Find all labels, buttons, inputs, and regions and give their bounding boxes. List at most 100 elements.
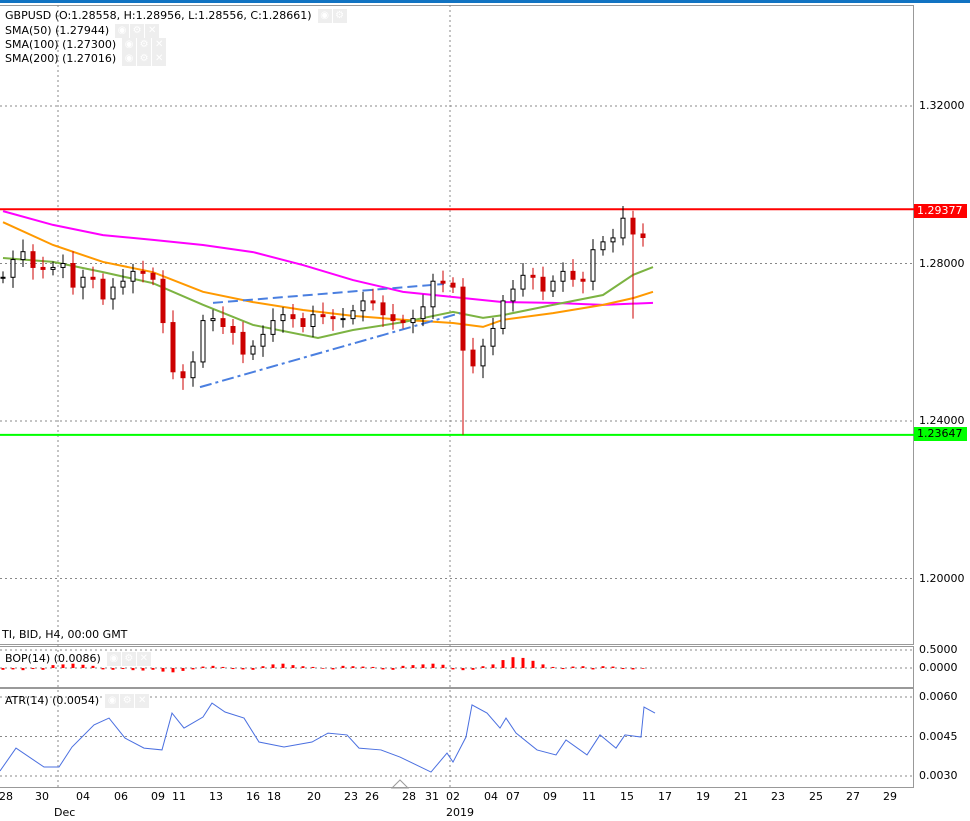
candle-body [370, 300, 376, 304]
date-tick-label: 18 [267, 790, 281, 803]
bop-tick-label: 0.5000 [919, 643, 958, 656]
candle-body [270, 320, 276, 335]
candle-body [570, 270, 576, 280]
date-tick-label: 07 [506, 790, 520, 803]
atr-label: ATR(14) (0.0054) [5, 694, 100, 707]
date-tick-label: 02 [446, 790, 460, 803]
candle-body [60, 263, 66, 268]
atr-line [0, 702, 656, 773]
candle-body [400, 320, 406, 324]
candle-body [170, 322, 176, 373]
bop-tick-label: 0.0000 [919, 661, 958, 674]
candle-body [0, 276, 6, 279]
date-tick-label: 23 [344, 790, 358, 803]
candle-body [360, 300, 366, 312]
date-tick-label: 30 [35, 790, 49, 803]
visibility-icon[interactable]: ◉ [317, 9, 332, 23]
visibility-icon[interactable]: ◉ [115, 24, 130, 38]
candle-body [620, 217, 626, 239]
candle-body [640, 233, 646, 239]
candle-body [320, 314, 326, 318]
candle-body [70, 263, 76, 288]
date-major-label: Dec [54, 806, 76, 819]
atr-tick-label: 0.0060 [919, 690, 958, 703]
sma50-legend: SMA(50) (1.27944) ◉ ⚙ ✕ [5, 24, 160, 38]
candle-body [50, 266, 56, 270]
close-icon[interactable]: ✕ [136, 652, 151, 666]
visibility-icon[interactable]: ◉ [105, 694, 120, 708]
candle-body [190, 361, 196, 379]
close-icon[interactable]: ✕ [152, 52, 167, 66]
trendline-dashdot [199, 312, 461, 389]
candle-body [610, 237, 616, 243]
close-icon[interactable]: ✕ [145, 24, 160, 38]
candle-body [510, 288, 516, 302]
candle-body [240, 331, 246, 355]
candle-body [210, 318, 216, 322]
candle-body [380, 302, 386, 316]
date-tick-label: 11 [582, 790, 596, 803]
close-icon[interactable]: ✕ [152, 38, 167, 52]
period-marker-icon [390, 779, 410, 789]
candle-body [420, 306, 426, 320]
resistance-price-tag: 1.29377 [914, 204, 967, 218]
candle-body [630, 217, 636, 235]
candle-body [470, 349, 476, 367]
sma100-line [2, 221, 654, 328]
date-tick-label: 11 [172, 790, 186, 803]
candle-body [440, 280, 446, 284]
candle-body [410, 318, 416, 324]
sma200-label: SMA(200) (1.27016) [5, 52, 117, 65]
date-tick-label: 09 [151, 790, 165, 803]
date-tick-label: 16 [246, 790, 260, 803]
visibility-icon[interactable]: ◉ [122, 52, 137, 66]
date-tick-label: 04 [76, 790, 90, 803]
gear-icon[interactable]: ⚙ [130, 24, 145, 38]
candle-body [550, 280, 556, 292]
date-tick-label: 26 [365, 790, 379, 803]
price-tick-label: 1.24000 [919, 414, 965, 427]
gear-icon[interactable]: ⚙ [120, 694, 135, 708]
date-tick-label: 13 [209, 790, 223, 803]
candle-body [120, 280, 126, 288]
bop-label: BOP(14) (0.0086) [5, 652, 101, 665]
visibility-icon[interactable]: ◉ [106, 652, 121, 666]
candle-body [290, 314, 296, 320]
visibility-icon[interactable]: ◉ [122, 38, 137, 52]
candle-body [350, 310, 356, 320]
price-tick-label: 1.20000 [919, 571, 965, 585]
candle-body [10, 259, 16, 278]
candle-body [250, 345, 256, 355]
date-tick-label: 17 [658, 790, 672, 803]
candle-body [40, 266, 46, 270]
sma50-label: SMA(50) (1.27944) [5, 24, 110, 37]
close-icon[interactable]: ✕ [135, 694, 150, 708]
candle-body [200, 320, 206, 363]
atr-tick-label: 0.0030 [919, 769, 958, 782]
date-tick-label: 20 [307, 790, 321, 803]
date-tick-label: 15 [620, 790, 634, 803]
candle-body [330, 316, 336, 320]
gear-icon[interactable]: ⚙ [121, 652, 136, 666]
candle-body [140, 270, 146, 274]
date-tick-label: 25 [809, 790, 823, 803]
gear-icon[interactable]: ⚙ [137, 38, 152, 52]
candle-body [490, 327, 496, 347]
sma100-label: SMA(100) (1.27300) [5, 38, 117, 51]
date-tick-label: 09 [543, 790, 557, 803]
candle-body [390, 314, 396, 322]
candle-body [90, 276, 96, 280]
candle-body [310, 314, 316, 327]
support-price-tag: 1.23647 [914, 427, 967, 441]
candle-body [530, 274, 536, 278]
candle-body [260, 333, 266, 347]
candle-body [580, 278, 586, 282]
date-tick-label: 04 [484, 790, 498, 803]
date-tick-label: 27 [846, 790, 860, 803]
gear-icon[interactable]: ⚙ [137, 52, 152, 66]
candle-body [430, 280, 436, 308]
price-tick-label: 1.32000 [919, 99, 965, 112]
gear-icon[interactable]: ⚙ [332, 9, 347, 23]
candle-body [100, 278, 106, 300]
ohlc-text: GBPUSD (O:1.28558, H:1.28956, L:1.28556,… [5, 9, 312, 22]
